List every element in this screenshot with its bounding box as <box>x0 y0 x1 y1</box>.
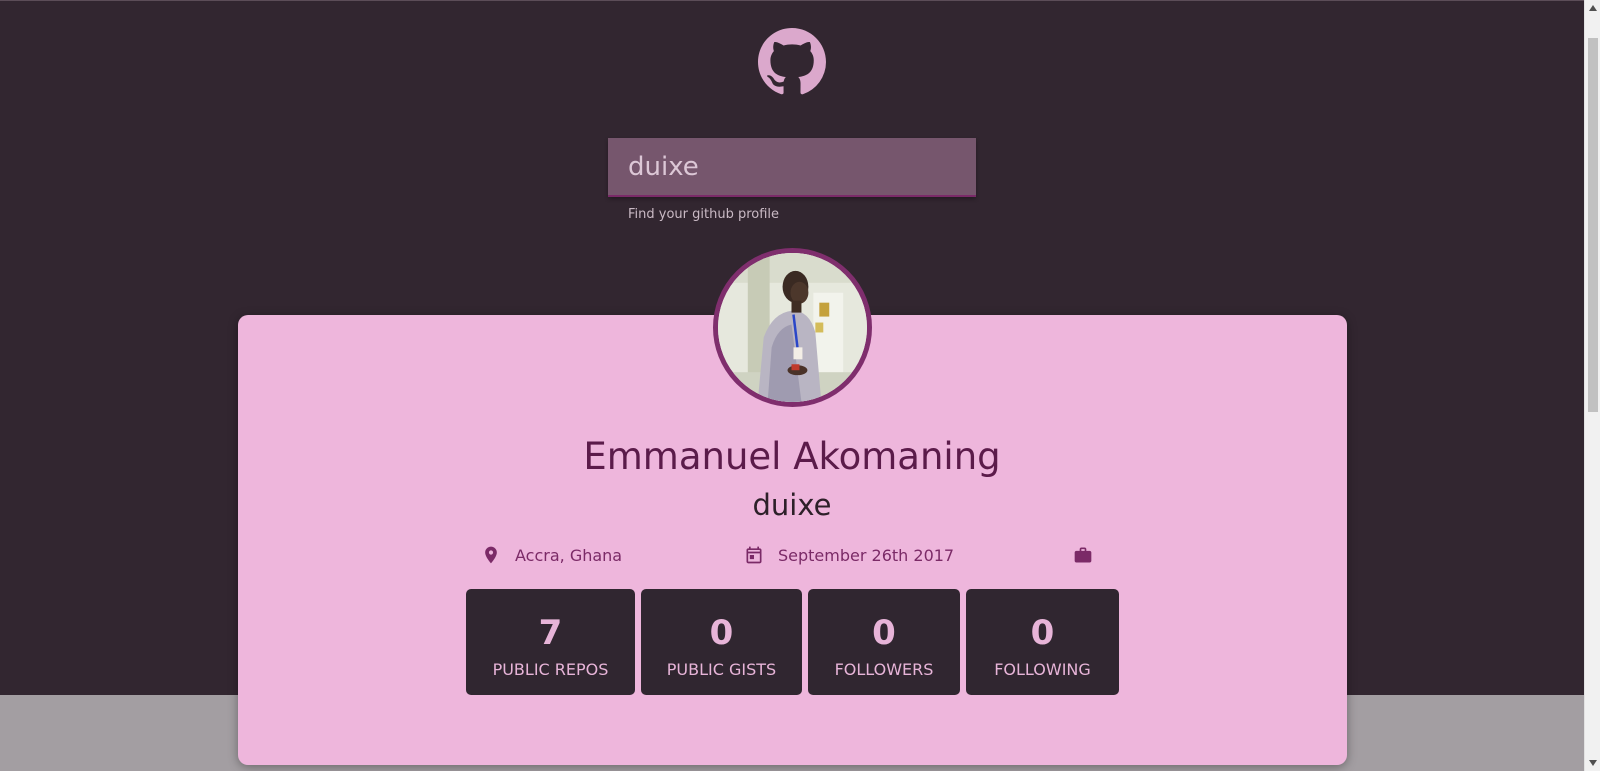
scroll-down-arrow-icon[interactable] <box>1585 755 1600 771</box>
scrollbar-thumb[interactable] <box>1588 38 1598 412</box>
joined-text: September 26th 2017 <box>778 545 955 565</box>
joined-info: September 26th 2017 <box>744 543 954 567</box>
search-helper-text: Find your github profile <box>628 207 780 222</box>
profile-login: duixe <box>752 488 832 522</box>
github-octocat-icon <box>758 28 826 96</box>
search-box[interactable] <box>608 138 976 197</box>
search-input[interactable] <box>608 138 976 195</box>
top-border <box>0 0 1584 1</box>
stat-public-repos: 7 PUBLIC REPOS <box>466 589 635 695</box>
stat-followers: 0 FOLLOWERS <box>808 589 960 695</box>
location-info: Accra, Ghana <box>481 543 622 567</box>
calendar-icon <box>744 545 764 565</box>
scroll-up-arrow-icon[interactable] <box>1585 0 1600 16</box>
stat-public-gists: 0 PUBLIC GISTS <box>641 589 802 695</box>
stat-label: PUBLIC REPOS <box>492 660 609 679</box>
stat-value: 0 <box>709 613 734 653</box>
stat-value: 7 <box>538 613 563 653</box>
stat-label: FOLLOWERS <box>834 660 934 679</box>
location-text: Accra, Ghana <box>515 545 623 565</box>
stat-label: FOLLOWING <box>994 660 1091 679</box>
avatar <box>713 248 872 407</box>
stat-value: 0 <box>872 613 896 653</box>
vertical-scrollbar[interactable] <box>1584 0 1600 771</box>
map-pin-icon <box>481 545 501 565</box>
company-info <box>1073 543 1107 567</box>
profile-name: Emmanuel Akomaning <box>583 435 1001 478</box>
briefcase-icon <box>1073 545 1093 565</box>
stat-value: 0 <box>1030 613 1055 653</box>
page: Find your github profile Emmanuel Akoman… <box>0 0 1584 771</box>
stat-label: PUBLIC GISTS <box>666 660 777 679</box>
stat-following: 0 FOLLOWING <box>966 589 1119 695</box>
